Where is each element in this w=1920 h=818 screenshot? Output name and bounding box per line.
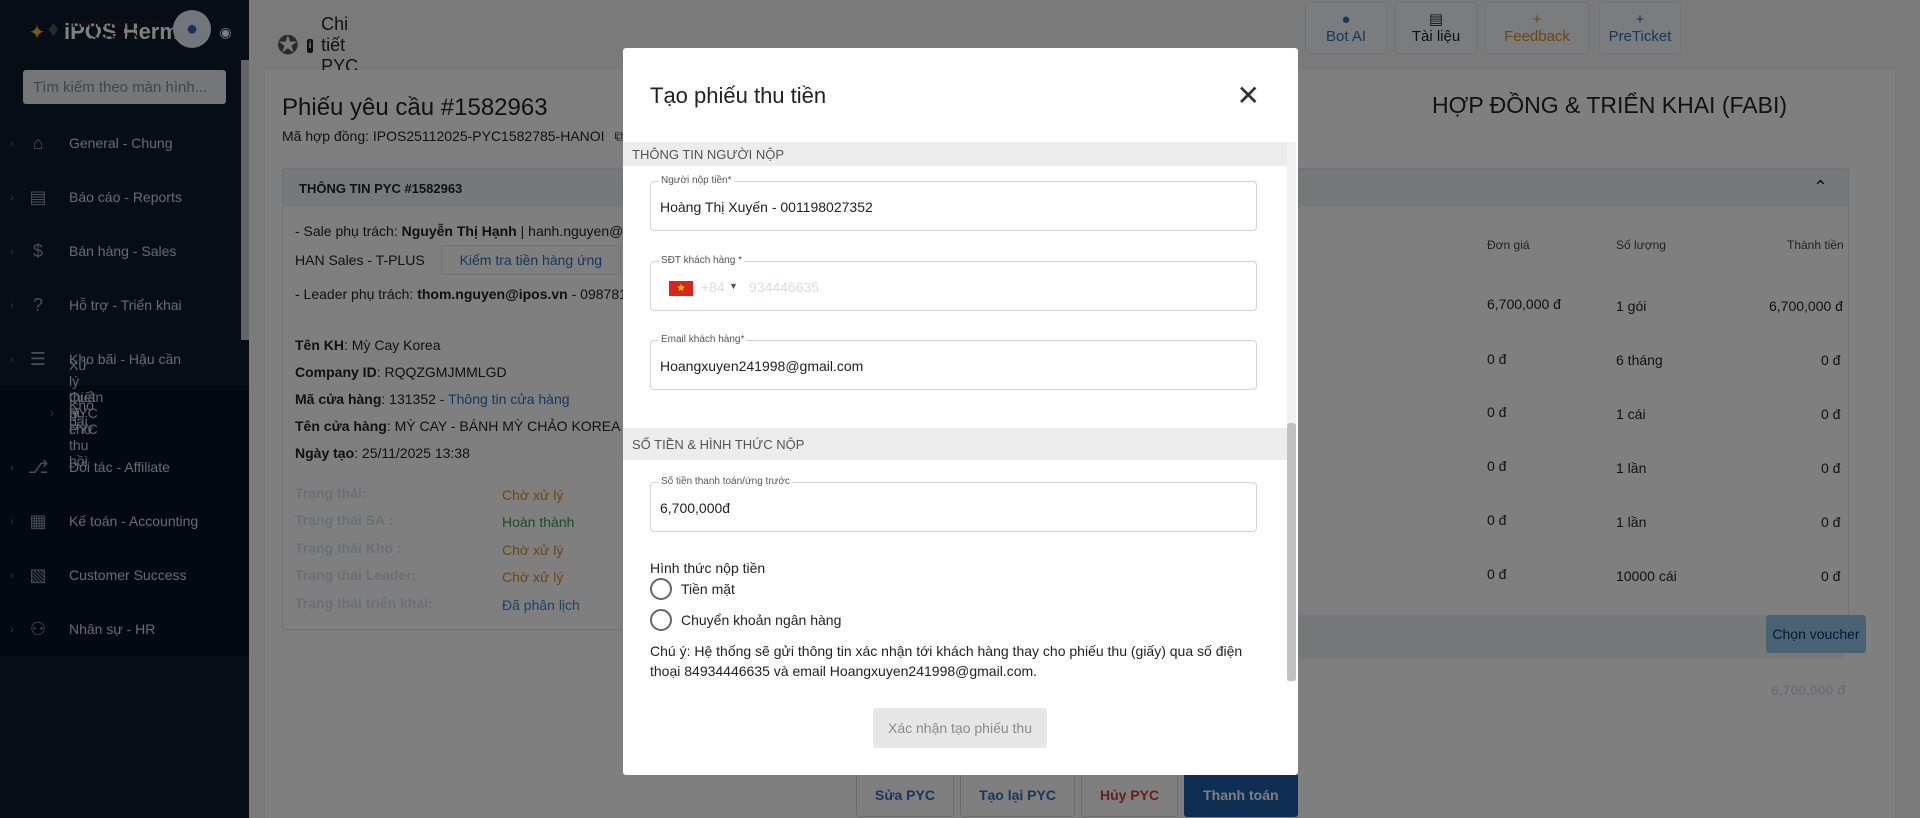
- confirmation-note: Chú ý: Hệ thống sẽ gửi thông tin xác nhậ…: [650, 643, 1243, 679]
- payer-label: Người nộp tiền*: [659, 175, 734, 186]
- payment-method-label: Hình thức nộp tiền: [650, 560, 766, 576]
- phone-field[interactable]: SĐT khách hàng * ★ +84 ▼ 934446635: [650, 255, 1257, 311]
- confirm-create-receipt-button[interactable]: Xác nhận tạo phiếu thu: [873, 708, 1047, 748]
- amount-section-header: SỐ TIỀN & HÌNH THỨC NỘP: [623, 428, 1289, 460]
- caret-down-icon[interactable]: ▼: [729, 281, 738, 291]
- email-value: Hoangxuyen241998@gmail.com: [660, 358, 864, 374]
- email-field[interactable]: Email khách hàng* Hoangxuyen241998@gmail…: [650, 334, 1257, 390]
- phone-label: SĐT khách hàng *: [659, 255, 744, 266]
- payer-field[interactable]: Người nộp tiền* Hoàng Thị Xuyến - 001198…: [650, 175, 1257, 231]
- payer-section-header: THÔNG TIN NGƯỜI NỘP: [623, 142, 1289, 166]
- modal-title: Tạo phiếu thu tiền: [650, 83, 827, 108]
- close-icon[interactable]: ✕: [1237, 82, 1260, 110]
- sidebar: ✦ iPOS Hermes ◉ Tìm kiếm theo màn hình..…: [0, 0, 1920, 818]
- radio-bank-transfer-label[interactable]: Chuyển khoản ngân hàng: [681, 612, 841, 628]
- modal-scrollbar-thumb[interactable]: [1287, 423, 1296, 681]
- amount-field[interactable]: Số tiền thanh toán/ứng trước 6,700,000đ: [650, 476, 1257, 532]
- amount-value: 6,700,000đ: [660, 500, 731, 516]
- country-code[interactable]: +84: [701, 279, 725, 295]
- vietnam-flag-icon: ★: [669, 281, 693, 296]
- email-label: Email khách hàng*: [659, 334, 747, 345]
- radio-bank-transfer[interactable]: [650, 609, 672, 631]
- payer-value: Hoàng Thị Xuyến - 001198027352: [660, 199, 873, 215]
- amount-label: Số tiền thanh toán/ứng trước: [659, 476, 792, 487]
- radio-cash[interactable]: [650, 578, 672, 600]
- radio-cash-label[interactable]: Tiền mặt: [681, 581, 735, 597]
- phone-value: 934446635: [749, 279, 820, 295]
- create-receipt-modal: Tạo phiếu thu tiền ✕ THÔNG TIN NGƯỜI NỘP…: [623, 48, 1298, 775]
